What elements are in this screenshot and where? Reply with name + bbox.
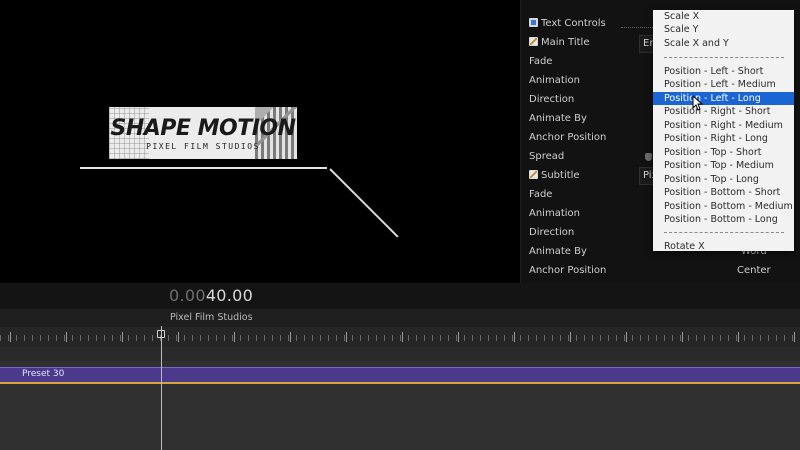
row-label: Animation <box>529 208 580 219</box>
row-label: Fade <box>529 56 553 67</box>
menu-item-position-left-short[interactable]: Position - Left - Short <box>653 65 794 78</box>
mouse-pointer-icon <box>692 95 704 111</box>
logo-subtitle: PIXEL FILM STUDIOS <box>146 142 260 151</box>
row-label: Fade <box>529 189 553 200</box>
canvas-viewer: SHAPE MOTION PIXEL FILM STUDIOS <box>0 0 520 283</box>
row-label: Anchor Position <box>529 132 607 143</box>
inspector-row-main-title[interactable]: Main Title <box>529 35 589 51</box>
row-label: Direction <box>529 227 575 238</box>
inspector-row-text-controls[interactable]: Text Controls <box>529 16 606 32</box>
timeline-clip[interactable]: Preset 30 <box>0 367 800 384</box>
timeline-tracks[interactable] <box>0 347 800 450</box>
timeline-ruler-major-ticks <box>0 327 800 347</box>
row-label: Anchor Position <box>529 265 607 276</box>
timecode-display[interactable]: 0.0040.00 <box>169 286 253 305</box>
menu-item-position-right-short[interactable]: Position - Right - Short <box>653 105 794 118</box>
timecode-bar: 0.0040.00 <box>0 283 800 309</box>
menu-separator <box>664 57 784 58</box>
menu-item-scale-x-and-y[interactable]: Scale X and Y <box>653 37 794 50</box>
menu-item-position-bottom-medium[interactable]: Position - Bottom - Medium <box>653 200 794 213</box>
project-bar: Pixel Film Studios <box>0 309 800 327</box>
inspector-row-animate-by-2[interactable]: Animate By <box>529 244 587 260</box>
spread-slider-knob[interactable] <box>645 153 652 161</box>
project-name: Pixel Film Studios <box>170 312 253 323</box>
row-label: Subtitle <box>541 170 580 181</box>
menu-item-position-bottom-short[interactable]: Position - Bottom - Short <box>653 186 794 199</box>
shape-motion-logo: SHAPE MOTION PIXEL FILM STUDIOS <box>109 107 297 159</box>
timecode-bright: 40.00 <box>205 286 254 305</box>
inspector-row-direction[interactable]: Direction <box>529 92 574 108</box>
menu-item-scale-y[interactable]: Scale Y <box>653 23 794 36</box>
row-label: Direction <box>529 94 575 105</box>
inspector-row-anchor-position[interactable]: Anchor Position <box>529 130 606 146</box>
logo-title: SHAPE MOTION <box>110 116 297 141</box>
inspector-row-animation-2[interactable]: Animation <box>529 206 580 222</box>
menu-item-position-top-short[interactable]: Position - Top - Short <box>653 146 794 159</box>
inspector-row-anchor-position-2[interactable]: Anchor Position <box>529 263 606 279</box>
inspector-row-fade[interactable]: Fade <box>529 54 552 70</box>
menu-item-position-bottom-long[interactable]: Position - Bottom - Long <box>653 213 794 226</box>
menu-item-position-top-long[interactable]: Position - Top - Long <box>653 173 794 186</box>
playhead-line[interactable] <box>161 326 162 450</box>
inspector-row-spread[interactable]: Spread <box>529 149 564 165</box>
menu-item-position-right-long[interactable]: Position - Right - Long <box>653 132 794 145</box>
timecode-dim: 0.00 <box>169 286 206 305</box>
checkbox-icon[interactable] <box>529 18 538 27</box>
checkbox-icon[interactable] <box>529 37 538 46</box>
inspector-row-subtitle[interactable]: Subtitle <box>529 168 580 184</box>
horizontal-line-shape <box>80 167 327 169</box>
inspector-row-direction-2[interactable]: Direction <box>529 225 574 241</box>
menu-item-position-left-medium[interactable]: Position - Left - Medium <box>653 78 794 91</box>
row-label: Spread <box>529 151 565 162</box>
inspector-row-animation[interactable]: Animation <box>529 73 580 89</box>
row-label: Animation <box>529 75 580 86</box>
menu-item-rotate-x[interactable]: Rotate X <box>653 240 794 253</box>
menu-item-scale-x[interactable]: Scale X <box>653 10 794 23</box>
checkbox-icon[interactable] <box>529 170 538 179</box>
animation-dropdown-menu[interactable]: Scale X Scale Y Scale X and Y Position -… <box>653 10 794 253</box>
playhead-handle[interactable] <box>157 330 165 338</box>
row-label: Animate By <box>529 246 587 257</box>
row-label: Animate By <box>529 113 587 124</box>
menu-separator <box>664 232 784 233</box>
inspector-row-animate-by[interactable]: Animate By <box>529 111 587 127</box>
menu-item-position-left-long[interactable]: Position - Left - Long <box>653 92 794 105</box>
timeline-panel: 0.0040.00 Pixel Film Studios Preset 30 <box>0 283 800 450</box>
inspector-row-fade-2[interactable]: Fade <box>529 187 552 203</box>
row-label: Text Controls <box>541 18 606 29</box>
clip-name: Preset 30 <box>22 369 65 379</box>
menu-item-position-right-medium[interactable]: Position - Right - Medium <box>653 119 794 132</box>
menu-item-position-top-medium[interactable]: Position - Top - Medium <box>653 159 794 172</box>
diagonal-line-shape <box>329 168 399 238</box>
row-label: Main Title <box>541 37 590 48</box>
anchor-position-popup[interactable]: Center <box>737 265 771 276</box>
